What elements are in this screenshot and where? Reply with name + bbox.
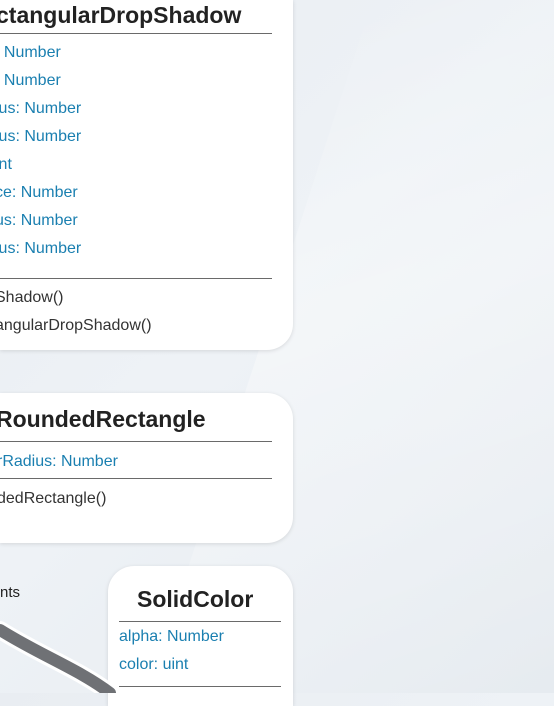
attribute-item: ius: Number bbox=[0, 128, 82, 145]
class-title: SolidColor bbox=[137, 586, 254, 612]
attributes-divider bbox=[0, 278, 272, 279]
attributes-divider bbox=[0, 478, 272, 479]
method-list: Shadow() angularDropShadow() bbox=[0, 284, 152, 340]
class-box-rounded-rectangle: RoundedRectangle rRadius: Number dedRect… bbox=[0, 393, 293, 543]
method-item: dedRectangle() bbox=[0, 490, 107, 507]
method-item: Shadow() bbox=[0, 289, 64, 306]
attributes-divider bbox=[119, 686, 281, 687]
attribute-item: : Number bbox=[0, 44, 61, 61]
class-box-rectangular-drop-shadow: ctangularDropShadow : Number : Number iu… bbox=[0, 0, 293, 350]
attribute-item: : Number bbox=[0, 72, 61, 89]
attribute-item: us: Number bbox=[0, 212, 78, 229]
connector-arc bbox=[0, 621, 119, 693]
title-divider bbox=[119, 621, 281, 622]
attribute-list: : Number : Number ius: Number ius: Numbe… bbox=[0, 39, 81, 263]
attribute-item: ce: Number bbox=[0, 184, 78, 201]
title-divider bbox=[0, 441, 272, 442]
title-divider bbox=[0, 33, 272, 34]
method-item: angularDropShadow() bbox=[0, 317, 152, 334]
attribute-item: ius: Number bbox=[0, 100, 82, 117]
attribute-item: int bbox=[0, 156, 12, 173]
attribute-item: ius: Number bbox=[0, 240, 82, 257]
method-list: dedRectangle() bbox=[0, 485, 106, 513]
class-title: ctangularDropShadow bbox=[0, 2, 242, 28]
attribute-list: rRadius: Number bbox=[0, 448, 118, 476]
relation-label: nts bbox=[0, 584, 21, 601]
connector-arc-path bbox=[0, 624, 116, 693]
attribute-item: rRadius: Number bbox=[0, 453, 118, 470]
class-title: RoundedRectangle bbox=[0, 406, 206, 432]
